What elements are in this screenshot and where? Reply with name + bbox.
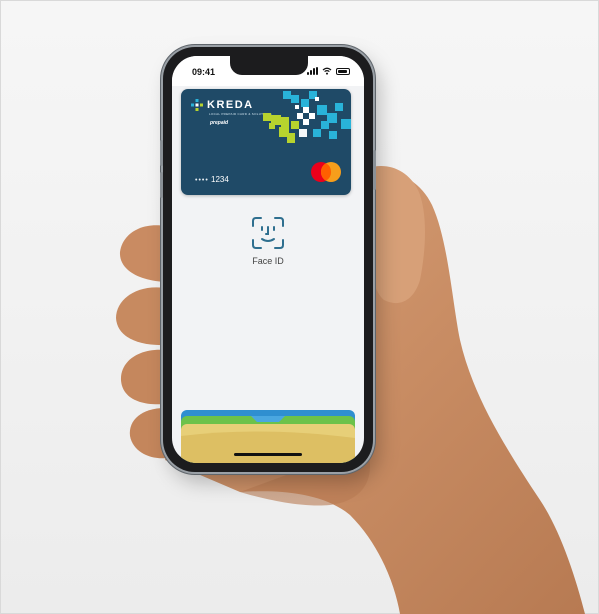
- kreda-logo-icon: [191, 99, 203, 111]
- payment-card[interactable]: KREDA LOCAL PREPAID CARD & SOLUTIONS pre…: [181, 89, 351, 195]
- home-indicator: [234, 453, 302, 456]
- cellular-signal-icon: [307, 67, 318, 75]
- card-brand: KREDA: [191, 99, 254, 111]
- card-masked-digits: ••••: [195, 177, 209, 184]
- status-icons: [307, 67, 350, 75]
- camera-notch: [230, 56, 308, 75]
- hand-holding-phone-scene: 09:41 KREDA LOCAL PREPAID CARD & SOLUTIO…: [0, 0, 599, 614]
- volume-button: [160, 140, 163, 166]
- phone-screen: 09:41 KREDA LOCAL PREPAID CARD & SOLUTIO…: [172, 56, 364, 463]
- battery-icon: [336, 67, 350, 75]
- card-pixel-art: [263, 91, 351, 143]
- power-button: [373, 150, 376, 190]
- status-bar: 09:41: [172, 56, 364, 86]
- card-brand-name: KREDA: [207, 99, 254, 111]
- mastercard-logo: [311, 162, 341, 182]
- volume-button: [160, 172, 163, 198]
- status-time: 09:41: [192, 67, 216, 77]
- face-id-label: Face ID: [252, 256, 284, 266]
- card-tier: prepaid: [210, 120, 229, 126]
- face-id-icon: [252, 217, 284, 249]
- wifi-icon: [322, 67, 332, 75]
- card-last-four: 1234: [211, 175, 229, 184]
